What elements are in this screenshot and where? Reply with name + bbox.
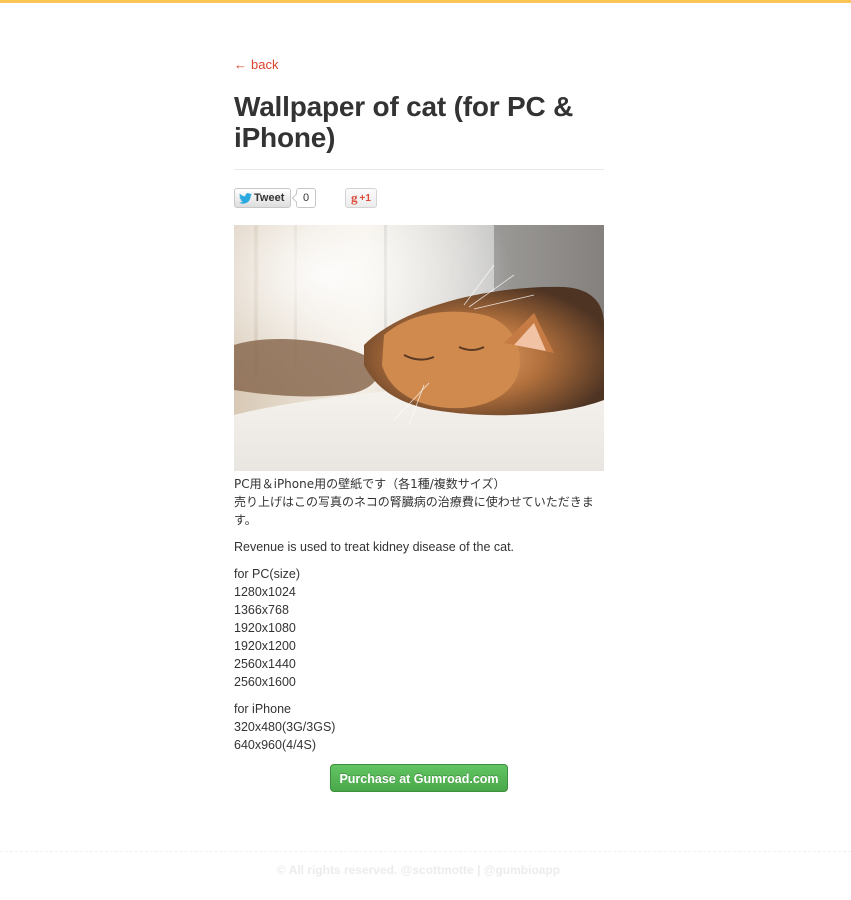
top-accent-bar bbox=[0, 0, 851, 3]
copyright-text: © All rights reserved. bbox=[276, 863, 398, 877]
page-title: Wallpaper of cat (for PC & iPhone) bbox=[234, 91, 574, 153]
tweet-button[interactable]: Tweet bbox=[234, 188, 291, 208]
social-buttons: Tweet 0 g +1 bbox=[234, 188, 604, 208]
pc-size-list: for PC(size) 1280x1024 1366x768 1920x108… bbox=[234, 565, 604, 691]
author-link[interactable]: @scottmotte bbox=[401, 863, 474, 877]
japanese-line-2: 売り上げはこの写真のネコの腎臓病の治療費に使わせていただきます。 bbox=[234, 495, 594, 527]
title-divider bbox=[234, 169, 604, 170]
cat-photo bbox=[234, 225, 604, 471]
tweet-label: Tweet bbox=[254, 192, 285, 204]
iphone-size-item: 640x960(4/4S) bbox=[234, 738, 317, 752]
japanese-line-1: PC用＆iPhone用の壁紙です（各1種/複数サイズ） bbox=[234, 477, 506, 491]
tweet-count: 0 bbox=[296, 188, 316, 208]
footer-separator: | bbox=[477, 863, 481, 877]
app-link[interactable]: @gumbioapp bbox=[484, 863, 560, 877]
iphone-size-list: for iPhone 320x480(3G/3GS) 640x960(4/4S) bbox=[234, 700, 604, 754]
japanese-description: PC用＆iPhone用の壁紙です（各1種/複数サイズ） 売り上げはこの写真のネコ… bbox=[234, 475, 604, 529]
google-plus-label: +1 bbox=[359, 192, 371, 204]
pc-size-heading: for PC(size) bbox=[234, 567, 300, 581]
pc-size-item: 2560x1600 bbox=[234, 675, 296, 689]
pc-size-item: 1280x1024 bbox=[234, 585, 296, 599]
description: PC用＆iPhone用の壁紙です（各1種/複数サイズ） 売り上げはこの写真のネコ… bbox=[234, 475, 604, 763]
back-arrow-icon: ← bbox=[234, 57, 247, 72]
footer: © All rights reserved. @scottmotte | @gu… bbox=[0, 863, 837, 877]
google-plus-icon: g bbox=[351, 190, 358, 205]
google-plus-button[interactable]: g +1 bbox=[345, 188, 377, 208]
pc-size-item: 1920x1080 bbox=[234, 621, 296, 635]
purchase-button[interactable]: Purchase at Gumroad.com bbox=[330, 764, 508, 792]
pc-size-item: 2560x1440 bbox=[234, 657, 296, 671]
twitter-bird-icon bbox=[239, 192, 252, 204]
pc-size-item: 1920x1200 bbox=[234, 639, 296, 653]
back-link-label: back bbox=[251, 57, 279, 72]
english-description: Revenue is used to treat kidney disease … bbox=[234, 540, 515, 554]
iphone-size-item: 320x480(3G/3GS) bbox=[234, 720, 336, 734]
iphone-size-heading: for iPhone bbox=[234, 702, 291, 716]
footer-divider bbox=[0, 851, 851, 852]
back-link[interactable]: ← back bbox=[234, 57, 278, 72]
pc-size-item: 1366x768 bbox=[234, 603, 289, 617]
